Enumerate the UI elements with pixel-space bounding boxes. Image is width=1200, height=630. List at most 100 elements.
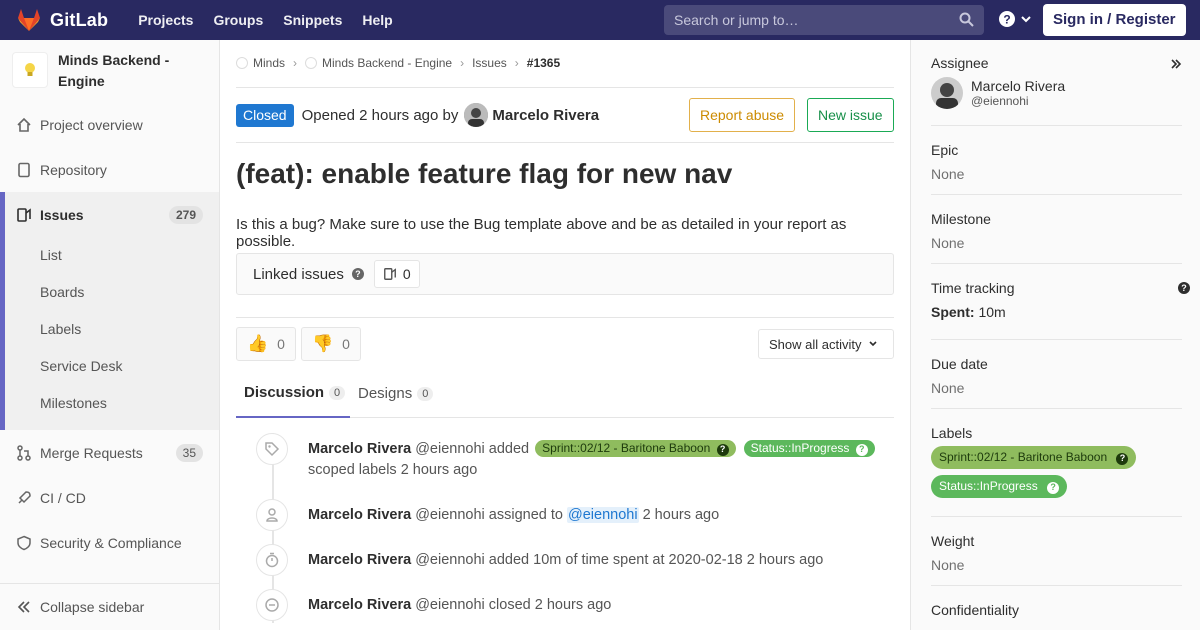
breadcrumb-item-group[interactable]: Minds (253, 56, 285, 70)
rocket-icon (16, 490, 32, 506)
group-avatar-icon (236, 57, 248, 69)
nav-snippets[interactable]: Snippets (273, 0, 352, 40)
thumbs-down-button[interactable]: 👎 0 (301, 327, 361, 361)
note-handle[interactable]: @eiennohi (415, 507, 485, 523)
issue-status-row: Closed Opened 2 hours ago by Marcelo Riv… (236, 103, 599, 127)
nav-help[interactable]: Help (352, 0, 402, 40)
breadcrumb-item-issue[interactable]: #1365 (527, 56, 560, 70)
help-icon[interactable]: ? (1178, 282, 1190, 294)
report-abuse-button[interactable]: Report abuse (689, 98, 796, 132)
chevron-down-icon (869, 341, 878, 347)
thumbs-up-icon: 👍 (247, 334, 269, 353)
gitlab-home-link[interactable]: GitLab (0, 0, 108, 40)
label-status[interactable]: Status::InProgress ? (743, 440, 875, 457)
collapse-sidebar-button[interactable]: Collapse sidebar (0, 583, 219, 630)
help-dropdown[interactable]: ? (998, 10, 1032, 28)
sidebar-item-project-overview[interactable]: Project overview (0, 102, 219, 147)
double-chevron-left-icon (17, 601, 30, 613)
time-tracking-section: Time tracking ? Spent: 10m (931, 280, 1190, 320)
tab-label: Discussion (244, 384, 325, 401)
tab-designs[interactable]: Designs 0 (350, 370, 441, 418)
sidebar-item-security[interactable]: Security & Compliance (0, 520, 219, 565)
tab-label: Designs (358, 385, 413, 402)
issue-description: Is this a bug? Make sure to use the Bug … (236, 216, 847, 250)
system-note: Marcelo Rivera @eiennohi closed 2 hours … (256, 589, 896, 621)
spent-value: 10m (978, 304, 1006, 320)
label-sprint[interactable]: Sprint::02/12 - Baritone Baboon ? (931, 446, 1137, 469)
help-icon[interactable]: ? (351, 268, 364, 280)
divider (931, 516, 1182, 517)
label-sprint[interactable]: Sprint::02/12 - Baritone Baboon ? (535, 440, 736, 457)
note-author[interactable]: Marcelo Rivera (308, 441, 411, 457)
note-text: Marcelo Rivera @eiennohi assigned to @ei… (308, 505, 898, 526)
milestone-title: Milestone (931, 211, 991, 227)
user-mention[interactable]: @eiennohi (567, 507, 639, 523)
divider (931, 194, 1182, 195)
activity-filter-label: Show all activity (769, 336, 862, 352)
sidebar-subitem-service-desk[interactable]: Service Desk (40, 358, 122, 374)
sidebar-subitem-boards[interactable]: Boards (40, 284, 84, 300)
sidebar-item-label: Merge Requests (40, 444, 143, 461)
sidebar-subitem-milestones[interactable]: Milestones (40, 395, 107, 411)
thumbs-up-count: 0 (277, 336, 285, 352)
label-status[interactable]: Status::InProgress ? (931, 475, 1068, 498)
project-avatar-icon (305, 57, 318, 69)
note-handle[interactable]: @eiennohi (415, 597, 485, 613)
note-handle[interactable]: @eiennohi (415, 552, 485, 568)
due-date-value: None (931, 380, 965, 396)
issues-count-badge: 279 (168, 205, 203, 224)
sign-in-button[interactable]: Sign in / Register (1043, 4, 1186, 36)
assignee-title: Assignee (931, 55, 989, 71)
breadcrumb-item-project[interactable]: Minds Backend - Engine (322, 56, 452, 70)
confidentiality-section: Confidentiality (931, 602, 1182, 618)
note-author[interactable]: Marcelo Rivera (308, 507, 411, 523)
epic-section: Epic None (931, 142, 1182, 182)
project-header[interactable]: Minds Backend - Engine (0, 40, 219, 102)
label-text: Sprint::02/12 - Baritone Baboon (542, 441, 711, 455)
author-name[interactable]: Marcelo Rivera (492, 107, 599, 124)
doc-icon (16, 162, 32, 178)
sidebar-item-issues[interactable]: Issues 279 (0, 192, 219, 237)
home-icon (16, 117, 32, 133)
svg-text:?: ? (1003, 13, 1010, 27)
search-input[interactable] (674, 12, 954, 28)
linked-issues-panel: Linked issues ? 0 (236, 253, 894, 295)
chevron-down-icon (1021, 16, 1031, 23)
sidebar-subitem-labels[interactable]: Labels (40, 321, 81, 337)
top-navbar: GitLab Projects Groups Snippets Help ? S… (0, 0, 1200, 40)
sidebar-item-repository[interactable]: Repository (0, 147, 219, 192)
author-avatar[interactable] (464, 103, 489, 127)
thumbs-up-button[interactable]: 👍 0 (236, 327, 296, 361)
project-avatar (12, 52, 48, 88)
chevron-right-icon: › (460, 56, 465, 70)
note-author[interactable]: Marcelo Rivera (308, 552, 411, 568)
tab-discussion[interactable]: Discussion 0 (236, 370, 350, 418)
help-icon: ? (1116, 452, 1129, 465)
note-action: closed 2 hours ago (488, 597, 612, 613)
due-date-title: Due date (931, 356, 988, 372)
assignee-section: Assignee Marcelo Rivera @eiennohi (931, 55, 1182, 109)
nav-groups[interactable]: Groups (203, 0, 273, 40)
nav-projects[interactable]: Projects (128, 0, 203, 40)
note-handle[interactable]: @eiennohi (415, 441, 485, 457)
top-nav: Projects Groups Snippets Help (128, 0, 403, 40)
new-issue-button[interactable]: New issue (807, 98, 894, 132)
sidebar-subitem-list[interactable]: List (40, 247, 62, 263)
merge-icon (16, 444, 32, 461)
divider (931, 263, 1182, 264)
double-chevron-right-icon[interactable] (1169, 57, 1183, 71)
activity-filter-dropdown[interactable]: Show all activity (758, 329, 894, 359)
sidebar-item-label: CI / CD (40, 489, 86, 506)
closed-icon (256, 589, 288, 621)
sidebar-item-merge-requests[interactable]: Merge Requests 35 (0, 430, 219, 475)
sidebar-item-ci-cd[interactable]: CI / CD (0, 475, 219, 520)
note-author[interactable]: Marcelo Rivera (308, 597, 411, 613)
linked-issues-count[interactable]: 0 (373, 260, 420, 288)
divider (236, 317, 894, 318)
search-icon[interactable] (959, 12, 974, 27)
left-sidebar: Minds Backend - Engine Project overview … (0, 40, 220, 630)
assignee-row[interactable]: Marcelo Rivera @eiennohi (931, 77, 1182, 109)
breadcrumb-item-issues[interactable]: Issues (472, 56, 507, 70)
note-text: Marcelo Rivera @eiennohi added 10m of ti… (308, 550, 898, 571)
right-sidebar: Assignee Marcelo Rivera @eiennohi Epic N… (910, 40, 1200, 630)
